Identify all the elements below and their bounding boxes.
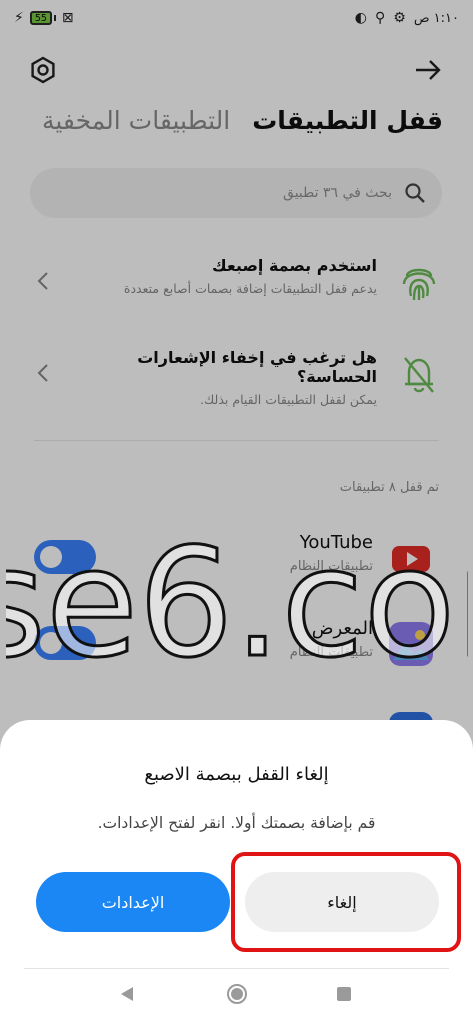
- nav-recents-icon[interactable]: [337, 987, 351, 1001]
- settings-button[interactable]: الإعدادات: [36, 872, 230, 932]
- sheet-separator: [24, 968, 449, 969]
- navigation-bar: [0, 970, 473, 1024]
- watermark: bse6.com: [6, 530, 468, 680]
- nav-home-icon[interactable]: [226, 983, 248, 1005]
- app-lock-screen: ⚡ 55 ⊠ ١:١٠ ص ⚙ ⚲ ◐ قفل التطبيقات التطبي…: [0, 0, 473, 1024]
- dialog-message: قم بإضافة بصمتك أولا. انقر لفتح الإعدادا…: [97, 814, 376, 832]
- nav-back-icon[interactable]: [117, 984, 137, 1004]
- dialog-title: إلغاء القفل ببصمة الاصبع: [144, 764, 329, 785]
- watermark-text: bse6.com: [6, 530, 468, 680]
- cancel-button[interactable]: إلغاء: [245, 872, 439, 932]
